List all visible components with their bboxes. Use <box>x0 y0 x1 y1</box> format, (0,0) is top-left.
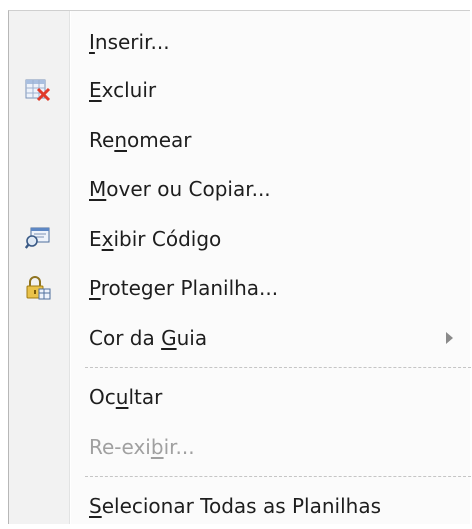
menu-separator <box>85 476 471 477</box>
menu-item-move-or-copy[interactable]: Mover ou Copiar... <box>9 166 471 212</box>
menu-item-label: Cor da Guia <box>89 326 208 350</box>
menu-item-unhide: Re-exibir... <box>9 424 471 470</box>
menu-item-label: Inserir... <box>89 30 170 54</box>
menu-item-view-code[interactable]: Exibir Código <box>9 216 471 262</box>
menu-item-delete[interactable]: Excluir <box>9 67 471 113</box>
menu-item-insert[interactable]: Inserir... <box>9 19 471 65</box>
menu-item-label: Ocultar <box>89 385 163 409</box>
delete-sheet-icon <box>25 78 51 102</box>
menu-item-label: Exibir Código <box>89 227 222 251</box>
menu-item-protect-sheet[interactable]: Proteger Planilha... <box>9 265 471 311</box>
menu-item-label: Proteger Planilha... <box>89 276 279 300</box>
menu-separator <box>85 367 471 368</box>
view-code-icon <box>24 227 51 251</box>
menu-item-rename[interactable]: Renomear <box>9 117 471 163</box>
menu-item-label: Renomear <box>89 128 192 152</box>
menu-item-tab-color[interactable]: Cor da Guia <box>9 315 471 361</box>
protect-sheet-icon <box>25 276 51 300</box>
menu-item-select-all-sheets[interactable]: Selecionar Todas as Planilhas <box>9 483 471 529</box>
submenu-arrow-icon <box>446 332 453 344</box>
menu-item-hide[interactable]: Ocultar <box>9 374 471 420</box>
sheet-tab-context-menu: Inserir... Excluir Renomear Mover ou Cop… <box>8 10 471 524</box>
menu-item-label: Mover ou Copiar... <box>89 177 271 201</box>
menu-item-label: Excluir <box>89 78 157 102</box>
menu-item-label: Selecionar Todas as Planilhas <box>89 494 381 518</box>
menu-item-label: Re-exibir... <box>89 435 195 459</box>
